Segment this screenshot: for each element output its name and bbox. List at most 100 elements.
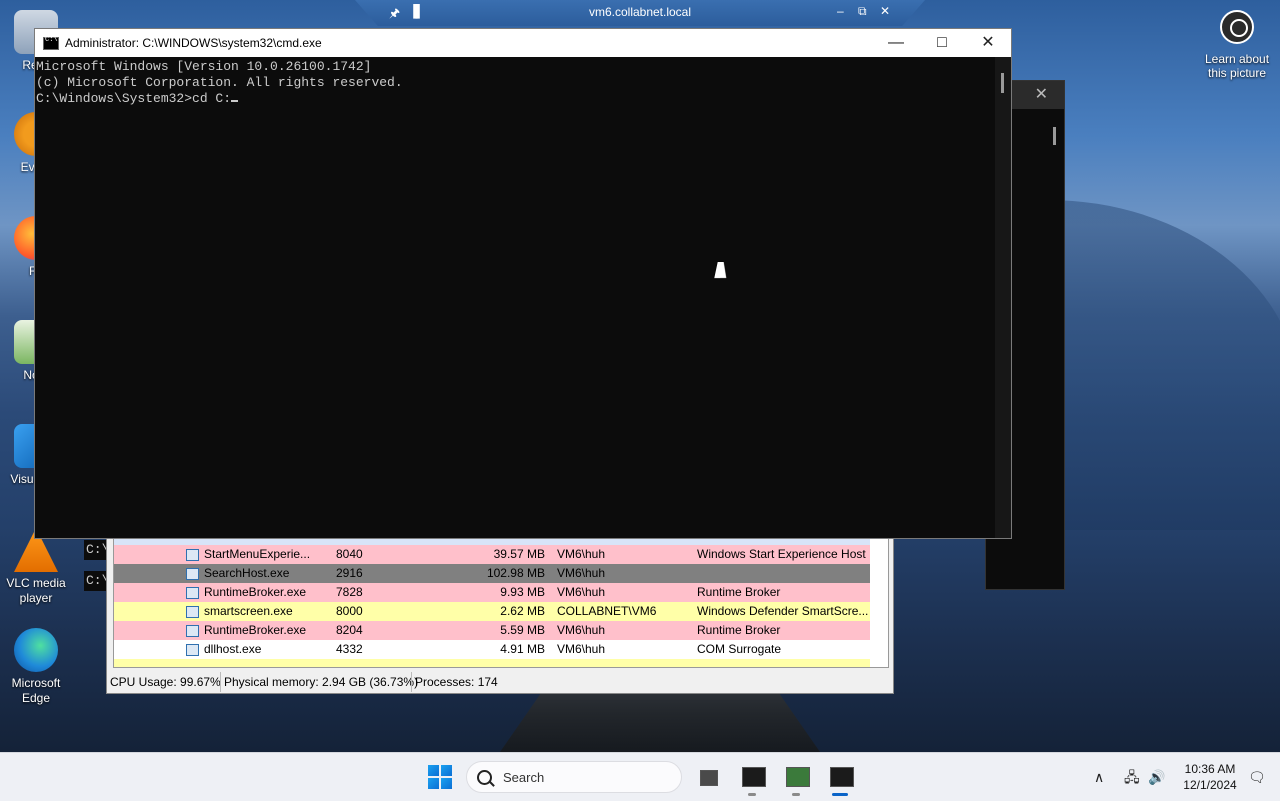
cmd-window[interactable]: Administrator: C:\WINDOWS\system32\cmd.e… [34, 28, 1012, 539]
background-cmd-scrollbar[interactable] [1053, 127, 1056, 145]
console-line: C:\Windows\System32>cd C: [36, 91, 996, 107]
cmd-title: Administrator: C:\WINDOWS\system32\cmd.e… [65, 36, 322, 50]
running-indicator [748, 793, 756, 796]
network-icon[interactable]: 🖧 [1124, 753, 1140, 801]
notification-icon[interactable]: 🗨 [1248, 753, 1266, 801]
task-view-icon[interactable] [692, 761, 724, 793]
process-user: VM6\huh [557, 642, 606, 656]
process-name: StartMenuExperie... [204, 547, 311, 561]
desktop-icon-edge[interactable]: Microsoft Edge [4, 628, 68, 706]
table-row[interactable]: RuntimeBroker.exe 7828 9.93 MB VM6\huh Runti… [114, 583, 870, 602]
search-icon [477, 770, 492, 785]
learn-about-label: Learn about this picture [1204, 52, 1270, 80]
process-name: SearchHost.exe [204, 566, 290, 580]
process-user: VM6\huh [557, 566, 606, 580]
search-placeholder: Search [503, 770, 545, 785]
windows-logo-icon [428, 765, 439, 776]
desktop: Recy Every Fir Note Visual Co VLC media … [0, 0, 1280, 752]
process-icon [186, 549, 199, 561]
process-memory: 5.59 MB [500, 623, 545, 637]
process-user: VM6\huh [557, 547, 606, 561]
process-pid: 4332 [336, 642, 363, 656]
clock-date: 12/1/2024 [1183, 778, 1237, 792]
process-icon [186, 606, 199, 618]
edge-icon [14, 628, 58, 672]
cmd-glyph [830, 767, 854, 787]
status-bar: CPU Usage: 99.67% Physical memory: 2.94 … [107, 672, 893, 692]
process-description: Windows Start Experience Host [697, 547, 866, 561]
physical-memory: Physical memory: 2.94 GB (36.73%) [220, 672, 421, 692]
process-icon [186, 587, 199, 599]
process-memory: 102.98 MB [486, 566, 545, 580]
learn-about-picture[interactable]: Learn about this picture [1196, 10, 1278, 80]
scrollbar-thumb[interactable] [1001, 73, 1004, 93]
table-row[interactable]: StartMenuExperie... 8040 39.57 MB VM6\huh Wi… [114, 545, 870, 564]
desktop-icon-label: Microsoft Edge [11, 676, 61, 705]
cmd-titlebar[interactable]: Administrator: C:\WINDOWS\system32\cmd.e… [35, 29, 1011, 57]
process-memory: 39.57 MB [493, 547, 545, 561]
maximize-button[interactable]: □ [919, 29, 965, 57]
process-hacker-glyph [786, 767, 810, 787]
minimize-button[interactable]: — [873, 29, 919, 57]
close-button[interactable]: ✕ [965, 29, 1011, 57]
process-memory: 2.62 MB [500, 604, 545, 618]
clock-time: 10:36 AM [1184, 762, 1236, 776]
desktop-icon-label: VLC media player [6, 576, 66, 605]
process-memory: 9.93 MB [500, 585, 545, 599]
process-user: COLLABNET\VM6 [557, 604, 657, 618]
process-count: Processes: 174 [411, 672, 501, 692]
process-icon [186, 644, 199, 656]
remote-restore-button[interactable]: ⧉ [858, 4, 867, 19]
camera-icon [1220, 10, 1254, 44]
process-pid: 8000 [336, 604, 363, 618]
clock[interactable]: 10:36 AM 12/1/2024 [1178, 761, 1242, 793]
process-icon [186, 625, 199, 637]
process-pid: 7828 [336, 585, 363, 599]
cpu-usage: CPU Usage: 99.67% [110, 675, 221, 689]
text-cursor [231, 100, 239, 102]
console-output[interactable]: Microsoft Windows [Version 10.0.26100.17… [35, 57, 996, 540]
remote-minimize-button[interactable]: – [837, 4, 844, 18]
table-row[interactable]: smartscreen.exe 8000 2.62 MB COLLABNET\VM6 W… [114, 602, 870, 621]
process-pid: 8040 [336, 547, 363, 561]
process-pid: 8204 [336, 623, 363, 637]
process-description: Runtime Broker [697, 623, 781, 637]
cmd-app-icon [43, 36, 59, 50]
console-line: (c) Microsoft Corporation. All rights re… [36, 75, 403, 90]
process-description: COM Surrogate [697, 642, 782, 656]
table-row[interactable] [114, 659, 870, 667]
process-name: dllhost.exe [204, 642, 262, 656]
running-indicator [792, 793, 800, 796]
taskbar-search[interactable]: Search [466, 761, 682, 793]
start-button[interactable] [428, 765, 452, 789]
remote-close-button[interactable]: ✕ [880, 4, 890, 18]
process-name: smartscreen.exe [204, 604, 293, 618]
active-indicator [832, 793, 848, 796]
table-row[interactable]: RuntimeBroker.exe 8204 5.59 MB VM6\huh Runti… [114, 621, 870, 640]
process-user: VM6\huh [557, 623, 606, 637]
cmd-scrollbar[interactable] [995, 57, 1011, 538]
process-user: VM6\huh [557, 585, 606, 599]
process-hacker-icon[interactable] [780, 761, 812, 796]
windows-logo-icon [441, 765, 452, 776]
process-list[interactable]: StartMenuExperie... 8040 39.57 MB VM6\huh Wi… [113, 536, 889, 668]
windows-logo-icon [441, 778, 452, 789]
cmd-icon[interactable] [736, 761, 768, 796]
console-prompt: C:\Windows\System32>cd C: [36, 91, 232, 106]
table-row[interactable]: SearchHost.exe 2916 102.98 MB VM6\huh [114, 564, 870, 583]
process-icon [186, 568, 199, 580]
process-pid: 2916 [336, 566, 363, 580]
process-list-window[interactable]: StartMenuExperie... 8040 39.57 MB VM6\huh Wi… [106, 535, 894, 694]
volume-icon[interactable]: 🔊 [1148, 753, 1165, 801]
cmd-glyph [742, 767, 766, 787]
process-memory: 4.91 MB [500, 642, 545, 656]
tray-chevron-icon[interactable]: ∧ [1094, 753, 1104, 801]
process-description: Runtime Broker [697, 585, 781, 599]
console-line: Microsoft Windows [Version 10.0.26100.17… [36, 59, 372, 74]
process-description: Windows Defender SmartScre... [697, 604, 869, 618]
windows-logo-icon [428, 778, 439, 789]
cmd-icon-active[interactable] [824, 761, 856, 796]
task-view-glyph [700, 770, 718, 786]
table-row[interactable]: dllhost.exe 4332 4.91 MB VM6\huh COM Surroga… [114, 640, 870, 659]
process-name: RuntimeBroker.exe [204, 585, 307, 599]
